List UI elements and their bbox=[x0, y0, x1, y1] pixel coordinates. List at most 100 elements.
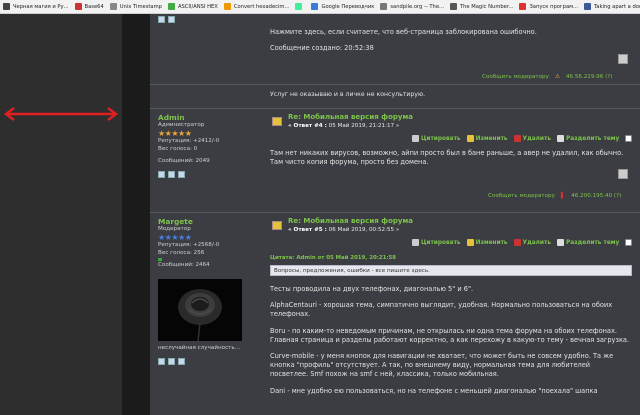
bookmark-favicon-icon bbox=[74, 3, 82, 10]
edit-button[interactable]: Изменить bbox=[466, 239, 508, 246]
answer-number: « Ответ #5 : bbox=[288, 227, 327, 233]
bookmark-item[interactable]: Taking apart a doubl... bbox=[581, 0, 640, 13]
signature-text: Услуг не оказываю и в личке не консульти… bbox=[270, 91, 426, 98]
delete-button[interactable]: Удалить bbox=[513, 239, 551, 246]
author-votes: Вес голоса: 256 bbox=[158, 249, 205, 256]
checkbox-icon bbox=[625, 239, 633, 246]
delete-button[interactable]: Удалить bbox=[513, 135, 551, 142]
post-meta: « Ответ #5 : 06 Май 2019, 00:52:55 » bbox=[288, 227, 413, 233]
bookmark-favicon-icon bbox=[380, 3, 388, 10]
post-text: Там нет никаких вирусов, возможно, айпи … bbox=[270, 149, 624, 167]
author-messages: Сообщений: 2464 bbox=[158, 261, 210, 268]
bookmark-item[interactable] bbox=[292, 0, 308, 13]
bookmark-label: Base64 bbox=[84, 3, 104, 10]
bookmark-item[interactable]: Base64 bbox=[72, 0, 107, 13]
select-checkbox[interactable] bbox=[625, 135, 633, 142]
report-line: Сообщить модератору ⚠ 46.56.229.96 (?) bbox=[482, 74, 612, 80]
post-text: Boru - по каким-то неведомым причинам, н… bbox=[270, 326, 630, 344]
post-text: Тесты проводила на двух телефонах, диаго… bbox=[270, 285, 474, 293]
author-reputation: Репутация: +2568/-0 bbox=[158, 242, 220, 249]
quote-button[interactable]: Цитировать bbox=[412, 239, 461, 246]
quote-text: Вопросы, предложения, ошибки - все пишит… bbox=[274, 268, 430, 274]
page-gutter bbox=[122, 14, 150, 415]
report-moderator-link[interactable]: Сообщить модератору bbox=[482, 74, 549, 80]
split-topic-button[interactable]: Разделить тему bbox=[557, 135, 619, 142]
post-5: Margete Модератор ★★★★★ Репутация: +2568… bbox=[150, 212, 640, 415]
ip-address[interactable]: 46.56.229.96 (?) bbox=[566, 74, 612, 80]
post-body: Нажмите здесь, если считаете, что веб-ст… bbox=[270, 28, 630, 60]
post-header: Re: Мобильная версия форума « Ответ #5 :… bbox=[288, 217, 413, 233]
bookmark-favicon-icon bbox=[3, 3, 10, 10]
bookmark-favicon-icon bbox=[109, 3, 117, 10]
bookmark-label: Google Переводчик bbox=[321, 3, 375, 10]
edit-label: Изменить bbox=[475, 135, 508, 142]
bookmark-item[interactable]: The Magic Number... bbox=[447, 0, 517, 13]
quote-button[interactable]: Цитировать bbox=[412, 135, 461, 142]
bookmark-favicon-icon bbox=[223, 3, 231, 10]
post-title[interactable]: Re: Мобильная версия форума bbox=[288, 113, 413, 121]
status-indicator bbox=[158, 257, 162, 261]
quote-header[interactable]: Цитата: Admin от 05 Май 2019, 20:21:58 bbox=[270, 255, 396, 261]
bookmark-label: sandpile.org -- The... bbox=[390, 3, 444, 10]
post-profile-icons bbox=[158, 16, 175, 23]
bookmark-item[interactable]: Unix Timestamp bbox=[107, 0, 165, 13]
bookmark-label: ASCII/ANSI HEX bbox=[177, 3, 218, 10]
profile-icon[interactable] bbox=[158, 16, 165, 23]
post-body: Там нет никаких вирусов, возможно, айпи … bbox=[270, 149, 630, 174]
answer-number: « Ответ #4 : bbox=[288, 123, 327, 129]
delete-label: Удалить bbox=[522, 135, 551, 142]
email-icon[interactable] bbox=[168, 358, 175, 365]
author-name[interactable]: Admin bbox=[158, 113, 219, 122]
edit-button[interactable]: Изменить bbox=[466, 135, 508, 142]
bookmark-item[interactable]: Convert hexadecim... bbox=[221, 0, 293, 13]
split-icon bbox=[557, 135, 564, 142]
pm-icon[interactable] bbox=[178, 358, 185, 365]
bookmark-item[interactable]: sandpile.org -- The... bbox=[377, 0, 447, 13]
bookmark-item[interactable]: Google Переводчик bbox=[308, 0, 377, 13]
select-checkbox[interactable] bbox=[625, 239, 633, 246]
bookmark-favicon-icon bbox=[584, 3, 591, 10]
profile-icon[interactable] bbox=[158, 171, 165, 178]
bookmark-label: The Magic Number... bbox=[459, 3, 514, 10]
email-icon[interactable] bbox=[168, 16, 175, 23]
post-text: AlphaCentauri - хорошая тема, симпатично… bbox=[270, 301, 613, 319]
post-text: Curve-mobile - у меня кнопок для навигац… bbox=[270, 352, 614, 379]
post-header: Re: Мобильная версия форума « Ответ #4 :… bbox=[288, 113, 413, 129]
post-author: Margete Модератор ★★★★★ Репутация: +2568… bbox=[158, 217, 219, 269]
warning-icon: ⚠ bbox=[554, 74, 560, 80]
edit-icon bbox=[466, 239, 474, 246]
post-title[interactable]: Re: Мобильная версия форума bbox=[288, 217, 413, 225]
delete-icon bbox=[513, 135, 521, 142]
profile-icon[interactable] bbox=[158, 358, 165, 365]
quote-icon bbox=[412, 135, 419, 142]
pm-icon[interactable] bbox=[178, 171, 185, 178]
author-name[interactable]: Margete bbox=[158, 217, 219, 226]
double-arrow-icon bbox=[4, 107, 118, 121]
quote-label: Цитировать bbox=[421, 135, 461, 142]
print-icon[interactable] bbox=[618, 169, 628, 179]
rank-stars: ★★★★★ bbox=[158, 129, 192, 139]
bookmark-item[interactable]: Запуск програм... bbox=[516, 0, 581, 13]
email-icon[interactable] bbox=[168, 171, 175, 178]
post-icon bbox=[272, 221, 282, 230]
bookmark-favicon-icon bbox=[295, 3, 303, 10]
post-4: Admin Администратор ★★★★★ Репутация: +24… bbox=[150, 108, 640, 212]
ip-address[interactable]: 46.200.195.40 (?) bbox=[571, 193, 621, 199]
split-topic-button[interactable]: Разделить тему bbox=[557, 239, 619, 246]
post-date: 05 Май 2019, 21:21:17 » bbox=[328, 123, 400, 129]
post-icon bbox=[272, 117, 282, 126]
post-profile-icons bbox=[158, 358, 185, 365]
bookmark-favicon-icon bbox=[167, 3, 175, 10]
bookmark-item[interactable]: ASCII/ANSI HEX bbox=[165, 0, 221, 13]
bookmark-item[interactable]: Черная магия и Ру... bbox=[0, 0, 72, 13]
checkbox-icon bbox=[625, 135, 633, 142]
author-role: Модератор bbox=[158, 226, 191, 232]
report-moderator-link[interactable]: Сообщить модератору bbox=[488, 193, 555, 199]
bookmark-favicon-icon bbox=[519, 3, 527, 10]
bookmark-favicon-icon bbox=[311, 3, 319, 10]
post-date: 06 Май 2019, 00:52:55 » bbox=[328, 227, 400, 233]
post-actions: Цитировать Изменить Удалить Разделить те… bbox=[412, 135, 633, 142]
print-icon[interactable] bbox=[618, 54, 628, 64]
author-reputation: Репутация: +2412/-0 bbox=[158, 138, 220, 145]
bookmarks-bar: Черная магия и Ру... Base64 Unix Timestamp… bbox=[0, 0, 640, 14]
